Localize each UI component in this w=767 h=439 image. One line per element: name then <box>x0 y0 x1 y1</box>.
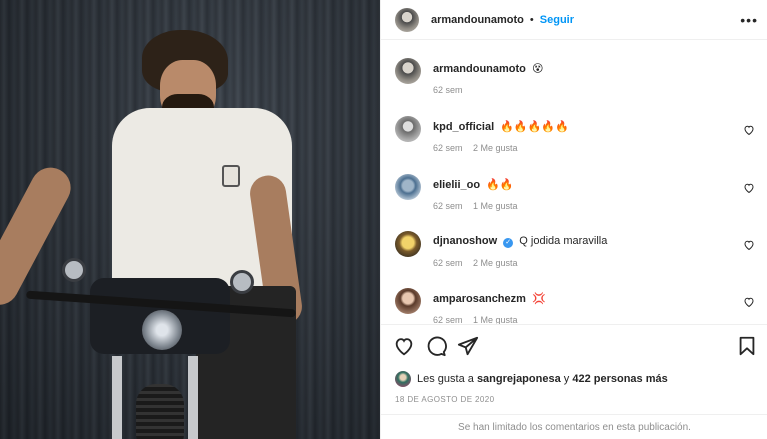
photo-fork-left <box>112 356 122 439</box>
comment-avatar[interactable] <box>395 174 421 200</box>
comment-text: 🔥🔥 <box>486 178 514 191</box>
author-avatar[interactable] <box>395 7 419 32</box>
photo-mirror-left <box>62 258 86 282</box>
photo-tyre <box>136 384 184 439</box>
post-photo[interactable] <box>0 0 380 439</box>
more-icon[interactable]: ••• <box>740 12 758 28</box>
likes-summary: Les gusta a sangrejaponesa y 422 persona… <box>395 371 668 387</box>
comments-limited-notice: Se han limitado los comentarios en esta … <box>381 414 767 439</box>
comment-icon[interactable] <box>425 335 447 357</box>
share-icon[interactable] <box>457 335 479 357</box>
comment-likes[interactable]: 1 Me gusta <box>473 201 518 211</box>
likes-connector: y <box>563 373 570 385</box>
comment-likes[interactable]: 1 Me gusta <box>473 315 518 324</box>
caption-time[interactable]: 62 sem <box>433 85 463 95</box>
photo-fork-right <box>188 356 198 439</box>
comment-text: Q jodida maravilla <box>519 235 608 247</box>
heart-icon[interactable] <box>743 239 755 251</box>
follow-button[interactable]: Seguir <box>540 14 574 26</box>
comment-time[interactable]: 62 sem <box>433 258 463 268</box>
comment-username[interactable]: amparosanchezm <box>433 293 526 305</box>
comment-likes[interactable]: 2 Me gusta <box>473 143 518 153</box>
comments-list[interactable]: armandounamoto 😵 62 sem kpd_official 🔥🔥🔥… <box>381 44 767 324</box>
comment-text: 🔥🔥🔥🔥🔥 <box>500 120 569 133</box>
caption-username[interactable]: armandounamoto <box>433 63 526 75</box>
caption-avatar[interactable] <box>395 58 421 84</box>
likes-others[interactable]: 422 personas más <box>572 373 667 385</box>
comment-time[interactable]: 62 sem <box>433 143 463 153</box>
likes-prefix: Les gusta a <box>417 373 474 385</box>
post-header: armandounamoto • Seguir ••• <box>381 0 767 40</box>
post-date[interactable]: 18 DE AGOSTO DE 2020 <box>395 395 494 404</box>
comment-time[interactable]: 62 sem <box>433 315 463 324</box>
author-username[interactable]: armandounamoto <box>431 14 524 26</box>
bookmark-icon[interactable] <box>736 335 758 357</box>
instagram-post: armandounamoto • Seguir ••• armandounamo… <box>0 0 767 439</box>
comment-avatar[interactable] <box>395 288 421 314</box>
action-bar: Les gusta a sangrejaponesa y 422 persona… <box>381 324 767 422</box>
post-sidebar: armandounamoto • Seguir ••• armandounamo… <box>380 0 767 439</box>
comment-username[interactable]: kpd_official <box>433 121 494 133</box>
heart-icon[interactable] <box>743 296 755 308</box>
verified-icon: ✓ <box>503 238 514 248</box>
photo-mirror-right <box>230 270 254 294</box>
liker-avatar[interactable] <box>395 371 411 387</box>
comment-avatar[interactable] <box>395 231 421 257</box>
heart-icon[interactable] <box>743 124 755 136</box>
liker-username[interactable]: sangrejaponesa <box>477 373 561 385</box>
comment-username[interactable]: elielii_oo <box>433 179 480 191</box>
comment-likes[interactable]: 2 Me gusta <box>473 258 518 268</box>
comment-username[interactable]: djnanoshow <box>433 235 497 247</box>
caption-text: 😵 <box>531 62 544 75</box>
header-separator: • <box>529 13 534 26</box>
comment-text: 💢 <box>532 292 546 305</box>
comment-avatar[interactable] <box>395 116 421 142</box>
photo-shirt-logo <box>222 165 240 187</box>
heart-icon[interactable] <box>393 335 415 357</box>
heart-icon[interactable] <box>743 182 755 194</box>
photo-headlight <box>142 310 182 350</box>
comment-time[interactable]: 62 sem <box>433 201 463 211</box>
